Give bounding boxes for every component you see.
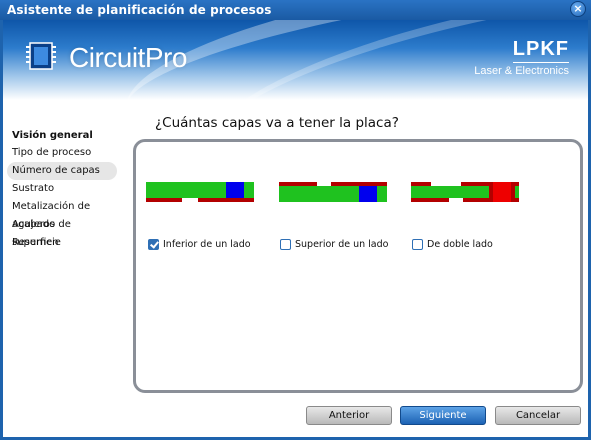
option-label-double-side: De doble lado (427, 238, 493, 250)
close-button[interactable]: × (570, 1, 586, 17)
window-title: Asistente de planificación de procesos (7, 3, 272, 17)
next-button[interactable]: Siguiente (400, 406, 486, 425)
title-bar[interactable]: Asistente de planificación de procesos × (0, 0, 591, 20)
sidebar-item-resumen[interactable]: Resumen (7, 234, 117, 252)
steps-sidebar: Visión general Tipo de proceso Número de… (7, 130, 117, 252)
page-question: ¿Cuántas capas va a tener la placa? (155, 115, 399, 131)
sidebar-item-acabado[interactable]: Acabado de superficie (7, 216, 117, 248)
close-icon: × (573, 2, 583, 15)
brand-logo: LPKF Laser & Electronics (471, 38, 569, 77)
brand-subtitle: Laser & Electronics (474, 65, 569, 77)
sidebar-item-sustrato[interactable]: Sustrato (7, 180, 117, 198)
option-label-bottom-single: Inferior de un lado (163, 238, 251, 250)
checkbox-bottom-single[interactable] (148, 238, 159, 250)
circuit-chip-icon (26, 42, 56, 70)
sidebar-item-tipo-de-proceso[interactable]: Tipo de proceso (7, 144, 117, 162)
checkbox-double-side[interactable] (412, 238, 423, 250)
option-top-single[interactable]: Superior de un lado (280, 237, 388, 251)
cancel-button[interactable]: Cancelar (495, 406, 581, 425)
sidebar-item-metalizacion[interactable]: Metalización de agujeros (7, 198, 117, 230)
wizard-client-area: CircuitPro LPKF Laser & Electronics Visi… (3, 20, 588, 437)
double-layer-diagram[interactable] (411, 182, 519, 202)
option-label-top-single: Superior de un lado (295, 238, 389, 250)
option-bottom-single[interactable]: Inferior de un lado (148, 237, 251, 251)
back-button[interactable]: Anterior (306, 406, 392, 425)
sidebar-heading: Visión general (12, 130, 93, 141)
sidebar-item-numero-de-capas[interactable]: Número de capas (7, 162, 117, 180)
product-name: CircuitPro (69, 42, 187, 73)
header-banner: CircuitPro LPKF Laser & Electronics (3, 20, 588, 100)
top-layer-diagram[interactable] (279, 182, 387, 202)
wizard-window: Asistente de planificación de procesos ×… (0, 0, 591, 440)
layer-options-panel: Inferior de un lado Superior de un lado … (133, 139, 583, 393)
bottom-layer-diagram[interactable] (146, 182, 254, 202)
brand-name: LPKF (512, 38, 569, 63)
checkbox-top-single[interactable] (280, 238, 291, 250)
option-double-side[interactable]: De doble lado (412, 237, 493, 251)
